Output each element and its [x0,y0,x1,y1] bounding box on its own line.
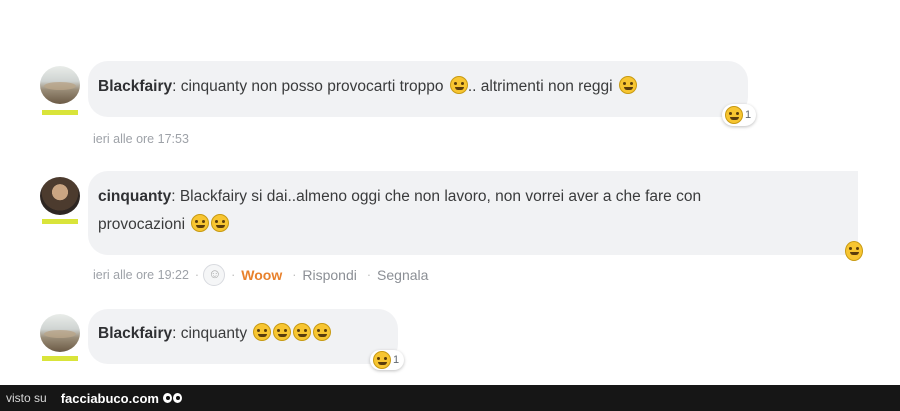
timestamp[interactable]: ieri alle ore 19:22 [93,268,189,282]
avatar[interactable] [40,177,80,215]
report-button[interactable]: Segnala [377,267,428,283]
emoji-icon [253,323,272,341]
comment-text: Blackfairy: cinquanty non posso provocar… [98,73,637,101]
reaction-counter[interactable]: 1 [370,350,405,370]
emoji-icon [211,214,230,232]
emoji-icon [293,323,312,341]
user-flag [42,219,78,224]
add-reaction-button[interactable] [203,264,226,286]
reply-button[interactable]: Rispondi [302,267,356,283]
comment-text: Blackfairy: cinquanty [98,320,332,348]
emoji-icon [313,323,332,341]
woow-button[interactable]: Woow [241,267,282,283]
user-flag [42,110,78,115]
emoji-icon [449,76,468,94]
eye-icon [172,393,182,403]
comment-actions: ieri alle ore 19:22 · · Woow · Rispondi … [93,264,428,286]
laughing-emoji-icon [725,106,743,124]
emoji-icon [618,76,637,94]
laughing-emoji-icon [373,351,391,369]
comment-text-line2: provocazioni [98,211,230,239]
comment-author[interactable]: Blackfairy [98,78,172,95]
timestamp[interactable]: ieri alle ore 17:53 [93,132,189,146]
eye-icon [162,393,172,403]
avatar[interactable] [40,314,80,352]
avatar[interactable] [40,66,80,104]
visto-label: visto su [6,391,47,405]
emoji-icon [273,323,292,341]
watermark-footer: visto su facciabuco.com [0,385,900,411]
emoji-icon [191,214,210,232]
site-brand[interactable]: facciabuco.com [61,391,159,406]
comment-text: cinquanty: Blackfairy si dai..almeno ogg… [98,188,702,205]
reaction-counter[interactable]: 1 [722,104,757,126]
eyes-logo-icon [162,393,182,403]
comment-author[interactable]: cinquanty [98,188,171,205]
comment-author[interactable]: Blackfairy [98,325,172,342]
user-flag [42,356,78,361]
partial-emoji-icon [845,241,863,261]
comment-meta: ieri alle ore 17:53 [93,132,189,146]
